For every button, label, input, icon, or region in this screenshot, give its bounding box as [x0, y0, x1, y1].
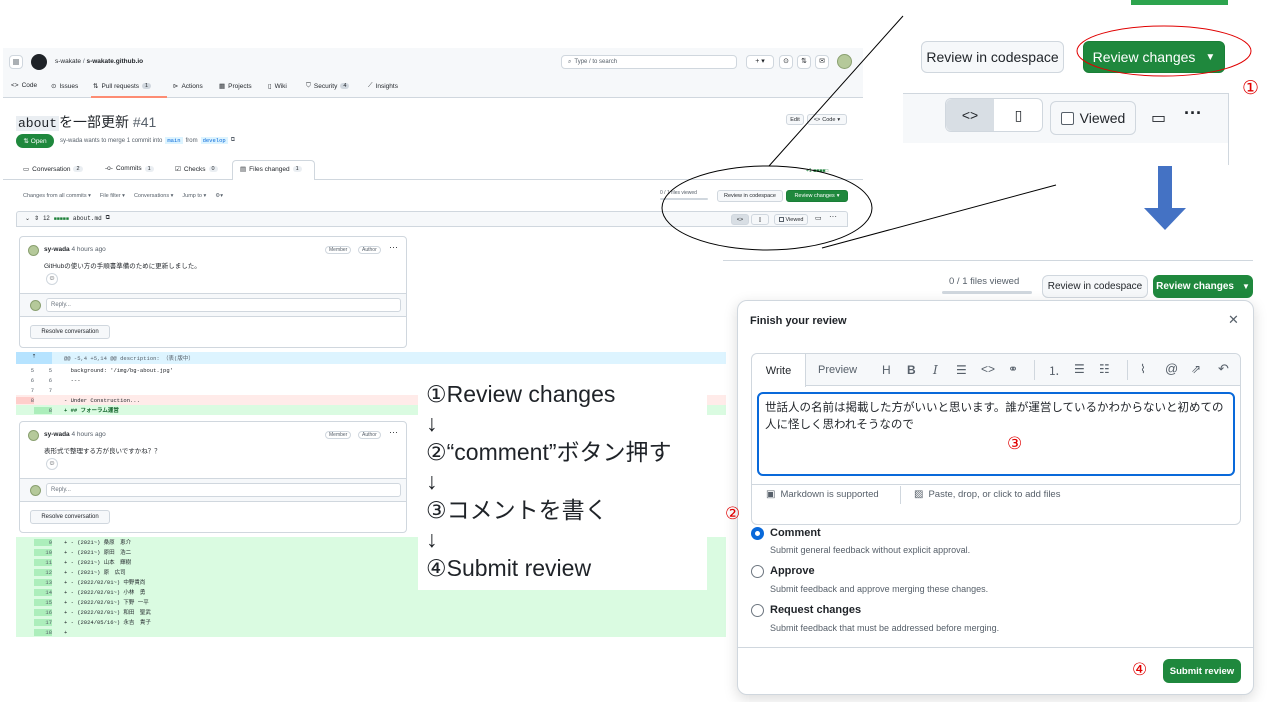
zoom-line-bottom [821, 184, 1057, 249]
mention-icon[interactable]: @ [1165, 361, 1178, 376]
files-viewed-progress [942, 291, 1032, 294]
markdown-label: Markdown is supported [780, 489, 879, 500]
comment-radio[interactable] [751, 527, 764, 540]
comment-textarea[interactable]: 世話人の名前は掲載した方がいいと思います。誰が運営しているかわからないと初めての… [757, 392, 1235, 476]
markdown-link[interactable]: ▣ Markdown is supported [766, 489, 879, 500]
toolbar-divider [1127, 360, 1128, 380]
step-arrow: ↓ [426, 526, 438, 552]
option-request-changes-desc: Submit feedback that must be addressed b… [770, 623, 1000, 633]
down-arrow-icon [1144, 166, 1186, 230]
request-changes-radio[interactable] [751, 604, 764, 617]
chevron-down-icon: ▼ [1241, 282, 1250, 291]
option-comment-desc: Submit general feedback without explicit… [770, 545, 971, 555]
task-list-icon[interactable]: ☷ [1099, 362, 1110, 376]
steps-instructions: ①Review changes ↓ ②“comment”ボタン押す ↓ ③コメン… [418, 378, 707, 590]
step-marker-3: ③ [1007, 434, 1023, 454]
diffstat-bars [1131, 0, 1228, 5]
step-arrow: ↓ [426, 468, 438, 494]
footer-divider [900, 486, 901, 504]
file-header-zoom: <> ▯ Viewed ▭ ··· [903, 93, 1228, 143]
toolbar-divider [1034, 360, 1035, 380]
step-line: ①Review changes [426, 381, 616, 407]
heading-icon[interactable]: H [882, 363, 891, 377]
step-marker-1: ① [1242, 77, 1260, 99]
comment-icon[interactable]: ▭ [1151, 108, 1166, 128]
tab-write[interactable]: Write [752, 354, 806, 387]
step-marker-2: ② [725, 504, 741, 524]
markdown-icon: ▣ [766, 489, 776, 500]
checkbox-icon [1060, 111, 1074, 125]
undo-icon[interactable]: ↶ [1218, 361, 1229, 377]
zoom-ellipse [661, 165, 873, 251]
step-arrow: ↓ [426, 410, 438, 436]
option-request-changes-title[interactable]: Request changes [770, 604, 861, 616]
attach-label: Paste, drop, or click to add files [928, 489, 1061, 500]
tab-preview[interactable]: Preview [818, 364, 857, 376]
step-line: ③コメントを書く [426, 497, 608, 523]
image-icon: ▨ [914, 489, 924, 500]
kebab-menu-icon[interactable]: ··· [1184, 103, 1202, 124]
dialog-title: Finish your review [750, 315, 847, 327]
files-viewed-count: 0 / 1 files viewed [949, 276, 1020, 287]
submit-review-button[interactable]: Submit review [1163, 659, 1241, 683]
editor-footer-divider [752, 484, 1240, 485]
cross-reference-icon[interactable]: ⇗ [1191, 362, 1201, 376]
code-icon[interactable]: <> [981, 362, 995, 376]
dialog-footer-divider [738, 647, 1253, 648]
option-approve-title[interactable]: Approve [770, 565, 815, 577]
step-marker-4: ④ [1132, 660, 1148, 680]
option-approve-desc: Submit feedback and approve merging thes… [770, 584, 989, 594]
comment-editor: Write Preview H B I ☰ <> ⚭ ⒈ ☰ ☷ ⌇ @ ⇗ ↶… [751, 353, 1241, 525]
review-changes-label: Review changes [1156, 281, 1234, 292]
close-icon[interactable]: ✕ [1228, 312, 1239, 328]
viewed-label: Viewed [1079, 110, 1126, 126]
comment-text: 世話人の名前は掲載した方がいいと思います。誰が運営しているかわからないと初めての… [765, 402, 1224, 431]
file-icon[interactable]: ▯ [995, 99, 1042, 131]
panel-edge [1228, 93, 1229, 165]
bold-icon[interactable]: B [907, 363, 916, 377]
viewed-checkbox[interactable]: Viewed [1050, 101, 1136, 135]
italic-icon[interactable]: I [933, 363, 938, 377]
code-icon[interactable]: <> [946, 99, 994, 131]
step-line: ④Submit review [426, 555, 592, 581]
ordered-list-icon[interactable]: ⒈ [1048, 362, 1060, 379]
option-comment-title[interactable]: Comment [770, 527, 821, 539]
paperclip-icon[interactable]: ⌇ [1140, 362, 1146, 376]
review-in-codespace-button[interactable]: Review in codespace [921, 41, 1064, 73]
finish-review-dialog: Finish your review ✕ Write Preview H B I… [725, 300, 1254, 695]
zoom-line-top [768, 15, 904, 167]
divider [723, 260, 1253, 261]
review-changes-button[interactable]: Review changes ▼ [1153, 275, 1253, 298]
link-icon[interactable]: ⚭ [1008, 362, 1018, 376]
quote-icon[interactable]: ☰ [956, 363, 967, 377]
unordered-list-icon[interactable]: ☰ [1074, 362, 1085, 376]
review-in-codespace-button[interactable]: Review in codespace [1042, 275, 1148, 298]
attach-files-button[interactable]: ▨ Paste, drop, or click to add files [914, 489, 1060, 500]
highlight-ellipse [1076, 25, 1252, 77]
step-line: ②“comment”ボタン押す [426, 439, 672, 465]
approve-radio[interactable] [751, 565, 764, 578]
zoom-review-changes: Review in codespace Review changes ▼ ① <>… [903, 0, 1270, 165]
